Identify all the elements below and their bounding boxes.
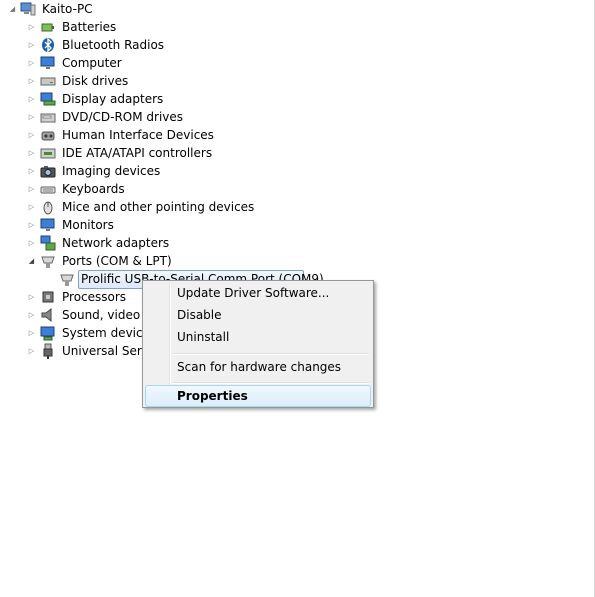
tree-item-label: Batteries (62, 20, 117, 34)
battery-icon (41, 23, 54, 32)
expand-arrow-icon[interactable]: ▷ (27, 310, 36, 320)
tree-root-label: Kaito-PC (42, 2, 93, 16)
keyboard-icon (40, 186, 56, 194)
tree-item-label: DVD/CD-ROM drives (62, 110, 184, 124)
expand-arrow-icon[interactable]: ▷ (27, 220, 36, 230)
context-menu: Update Driver Software... Disable Uninst… (142, 280, 374, 408)
port-icon (41, 256, 55, 268)
menu-item-disable[interactable]: Disable (177, 304, 222, 326)
speaker-icon (41, 307, 52, 323)
usb-icon (43, 343, 53, 359)
collapse-arrow-icon[interactable]: ◢ (27, 256, 36, 266)
system-icon (40, 326, 55, 341)
expand-arrow-icon[interactable]: ▷ (27, 166, 36, 176)
collapse-arrow-icon[interactable]: ◢ (8, 4, 17, 14)
tree-item-label: Display adapters (62, 92, 164, 106)
menu-item-scan[interactable]: Scan for hardware changes (177, 356, 341, 378)
expand-arrow-icon[interactable]: ▷ (27, 40, 36, 50)
expand-arrow-icon[interactable]: ▷ (27, 94, 36, 104)
tree-item-label: Bluetooth Radios (62, 38, 165, 52)
tree-item-label: Imaging devices (62, 164, 161, 178)
expand-arrow-icon[interactable]: ▷ (27, 238, 36, 248)
tree-item-label: Disk drives (62, 74, 129, 88)
expand-arrow-icon[interactable]: ▷ (27, 58, 36, 68)
camera-icon (40, 166, 56, 178)
expand-arrow-icon[interactable]: ▷ (27, 148, 36, 158)
hid-icon (41, 131, 55, 141)
tree-item-label: Keyboards (62, 182, 125, 196)
tree-item-label: IDE ATA/ATAPI controllers (62, 146, 213, 160)
tree-item-label: Computer (62, 56, 122, 70)
processor-icon (42, 291, 54, 303)
tree-item-label: Human Interface Devices (62, 128, 214, 142)
tree-item-label: Network adapters (62, 236, 170, 250)
expand-arrow-icon[interactable]: ▷ (27, 112, 36, 122)
disk-drive-icon (40, 77, 56, 86)
expand-arrow-icon[interactable]: ▷ (27, 292, 36, 302)
dvd-drive-icon (40, 113, 56, 123)
expand-arrow-icon[interactable]: ▷ (27, 130, 36, 140)
tree-item-label: Mice and other pointing devices (62, 200, 255, 214)
expand-arrow-icon[interactable]: ▷ (27, 328, 36, 338)
mouse-icon (43, 201, 53, 215)
ide-controller-icon (40, 148, 56, 159)
menu-item-update-driver[interactable]: Update Driver Software... (177, 282, 329, 304)
monitor-icon (40, 218, 55, 231)
tree-item-label: Ports (COM & LPT) (62, 254, 172, 268)
tree-item-label: Processors (62, 290, 127, 304)
expand-arrow-icon[interactable]: ▷ (27, 346, 36, 356)
port-icon (60, 274, 74, 286)
tree-item-label: Monitors (62, 218, 114, 232)
expand-arrow-icon[interactable]: ▷ (27, 202, 36, 212)
expand-arrow-icon[interactable]: ▷ (27, 76, 36, 86)
display-adapter-icon (40, 92, 56, 106)
menu-item-uninstall[interactable]: Uninstall (177, 326, 229, 348)
expand-arrow-icon[interactable]: ▷ (27, 184, 36, 194)
computer-icon (20, 2, 36, 16)
expand-arrow-icon[interactable]: ▷ (27, 22, 36, 32)
menu-item-properties[interactable]: Properties (177, 385, 248, 407)
network-icon (40, 235, 56, 251)
monitor-icon (40, 56, 55, 69)
menu-separator (173, 382, 369, 384)
menu-separator (173, 353, 369, 355)
bluetooth-icon (42, 37, 54, 53)
